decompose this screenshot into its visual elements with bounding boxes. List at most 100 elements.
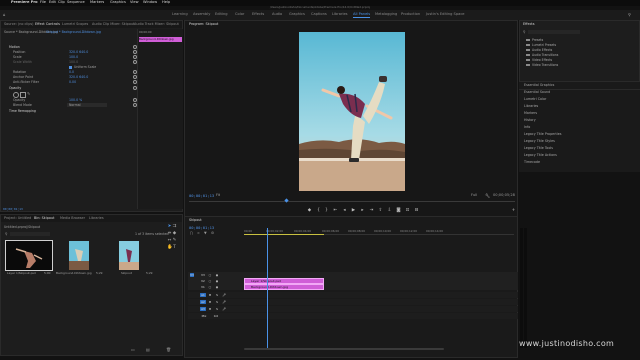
bin-search-icon[interactable]: ⚲ <box>5 232 8 236</box>
add-marker-icon[interactable]: ◆ <box>307 208 312 213</box>
workspace-justins-editing-space[interactable]: Justin's Editing Space <box>426 12 465 16</box>
menu-file[interactable]: File <box>40 0 46 5</box>
folder-video-transitions[interactable]: Video Transitions <box>526 63 558 67</box>
panel-info[interactable]: Info <box>524 125 530 129</box>
mute-button[interactable]: M <box>208 293 212 297</box>
workspace-effects[interactable]: Effects <box>252 12 264 16</box>
bin-item-thumbnail[interactable] <box>119 241 139 270</box>
tab-media-browser[interactable]: Media Browser <box>60 216 85 220</box>
timeline-horizontal-scroll[interactable] <box>244 348 444 350</box>
export-frame-icon[interactable]: ◙ <box>396 208 401 213</box>
go-to-out-icon[interactable]: ⇥ <box>369 208 374 213</box>
search-icon[interactable]: ⚲ <box>628 12 631 17</box>
snap-icon[interactable]: ⋂ <box>190 231 193 235</box>
folder-audio-transitions[interactable]: Audio Transitions <box>526 53 558 57</box>
menu-graphics[interactable]: Graphics <box>110 0 126 5</box>
track-select-icon[interactable]: ⇉ <box>172 224 177 229</box>
extract-icon[interactable]: ⇩ <box>387 208 392 213</box>
program-timecode[interactable]: 00;00;01;13 <box>189 193 214 198</box>
mute-button[interactable]: M <box>208 300 212 304</box>
fx-antiflicker-value[interactable]: 0.00 <box>69 80 76 84</box>
fx-motion-label[interactable]: Motion <box>9 45 20 49</box>
workspace-production[interactable]: Production <box>401 12 420 16</box>
panel-timecode[interactable]: Timecode <box>524 160 540 164</box>
mark-in-icon[interactable]: { <box>316 208 321 213</box>
folder-presets[interactable]: Presets <box>526 38 543 42</box>
workspace-audio[interactable]: Audio <box>272 12 282 16</box>
menu-clip[interactable]: Clip <box>58 0 65 5</box>
menu-help[interactable]: Help <box>162 0 170 5</box>
menu-sequence[interactable]: Sequence <box>67 0 85 5</box>
new-item-icon[interactable]: ▤ <box>146 347 150 352</box>
mic-icon[interactable]: 🎤︎ <box>222 293 226 297</box>
menu-markers[interactable]: Markers <box>90 0 104 5</box>
clip-label[interactable]: Skipout * Background-Ditdown.jpg <box>46 30 101 34</box>
bin-search-input[interactable] <box>10 232 50 236</box>
insert-icon[interactable]: ⊡ <box>405 208 410 213</box>
overwrite-icon[interactable]: ⊟ <box>414 208 419 213</box>
new-bin-icon[interactable]: ▭ <box>131 347 135 352</box>
panel-legacy-title-actions[interactable]: Legacy Title Actions <box>524 153 557 157</box>
pen-icon[interactable]: ✎ <box>172 238 177 243</box>
effects-search-icon[interactable]: ⚲ <box>523 30 526 34</box>
mark-out-icon[interactable]: } <box>324 208 329 213</box>
workspace-color[interactable]: Color <box>235 12 244 16</box>
tab-bin-skipout[interactable]: Bin: Skipout <box>34 216 54 220</box>
lock-icon[interactable]: ▢ <box>208 285 212 289</box>
fx-position-value[interactable]: 320.0 640.0 <box>69 50 88 54</box>
effects-tab[interactable]: Effects <box>523 22 535 26</box>
timeline-tab[interactable]: Skipout <box>189 218 202 222</box>
play-icon[interactable]: ▶ <box>351 208 356 213</box>
go-to-in-icon[interactable]: ⇤ <box>333 208 338 213</box>
timeline-clip-v1[interactable]: Background-Ditdown.jpg <box>244 284 324 290</box>
solo-button[interactable]: S <box>215 307 219 311</box>
panel-legacy-title-properties[interactable]: Legacy Title Properties <box>524 132 562 136</box>
effects-search-input[interactable] <box>528 30 580 34</box>
tab-source[interactable]: Source: (no clips) <box>4 22 33 26</box>
program-scrub-bar[interactable] <box>189 201 515 202</box>
panel-essential-graphics[interactable]: Essential Graphics <box>524 83 554 87</box>
tab-audio-track-mixer[interactable]: Audio Track Mixer: Skipout <box>134 22 179 26</box>
workspace-graphics[interactable]: Graphics <box>289 12 305 16</box>
fx-opacity-section-label[interactable]: Opacity <box>9 86 21 90</box>
razor-icon[interactable]: ◆ <box>172 231 177 236</box>
app-name-menu[interactable]: Premiere Pro <box>11 0 38 5</box>
fx-scale-value[interactable]: 100.0 <box>69 55 78 59</box>
target-toggle[interactable]: V3 <box>190 273 194 277</box>
work-area-bar[interactable] <box>244 234 324 235</box>
uniform-scale-checkbox[interactable] <box>69 66 72 69</box>
fx-scale-width-value[interactable]: 100.0 <box>69 60 78 64</box>
solo-button[interactable]: S <box>215 300 219 304</box>
workspace-metalogging[interactable]: Metalogging <box>375 12 397 16</box>
wrench-icon[interactable]: ⚙ <box>211 231 214 235</box>
settings-wrench-icon[interactable]: 🔧︎ <box>485 193 490 198</box>
folder-audio-effects[interactable]: Audio Effects <box>526 48 552 52</box>
fx-anchor-value[interactable]: 320.0 640.0 <box>69 75 88 79</box>
tab-libraries[interactable]: Libraries <box>89 216 104 220</box>
tab-lumetri-scopes[interactable]: Lumetri Scopes <box>62 22 88 26</box>
timeline-playhead[interactable] <box>267 228 268 350</box>
blend-mode-value[interactable]: Normal <box>69 103 81 107</box>
panel-history[interactable]: History <box>524 118 536 122</box>
tab-effect-controls[interactable]: Effect Controls <box>35 22 60 26</box>
workspace-editing[interactable]: Editing <box>215 12 228 16</box>
workspace-assembly[interactable]: Assembly <box>193 12 210 16</box>
effect-controls-timecode[interactable]: 00;00;01;13 <box>3 207 23 211</box>
tab-audio-clip-mixer[interactable]: Audio Clip Mixer: Skipout <box>92 22 134 26</box>
program-tab[interactable]: Program: Skipout <box>189 22 218 26</box>
eye-icon[interactable]: ◉ <box>215 285 219 289</box>
bin-item-thumbnail[interactable] <box>69 241 89 270</box>
panel-lumetri-color[interactable]: Lumetri Color <box>524 97 546 101</box>
panel-markers[interactable]: Markers <box>524 111 537 115</box>
marker-add-icon[interactable]: ▼ <box>204 231 207 235</box>
timeline-timecode[interactable]: 00;00;01;13 <box>189 225 214 230</box>
fx-time-remap-label[interactable]: Time Remapping <box>9 109 36 113</box>
menu-window[interactable]: Window <box>143 0 157 5</box>
linked-icon[interactable]: ∞ <box>197 231 200 235</box>
folder-video-effects[interactable]: Video Effects <box>526 58 552 62</box>
solo-button[interactable]: S <box>215 293 219 297</box>
panel-legacy-title-styles[interactable]: Legacy Title Styles <box>524 139 555 143</box>
plus-icon[interactable]: + <box>511 208 516 213</box>
workspace-all-panels[interactable]: All Panels <box>353 12 371 18</box>
workspace-learning[interactable]: Learning <box>172 12 188 16</box>
